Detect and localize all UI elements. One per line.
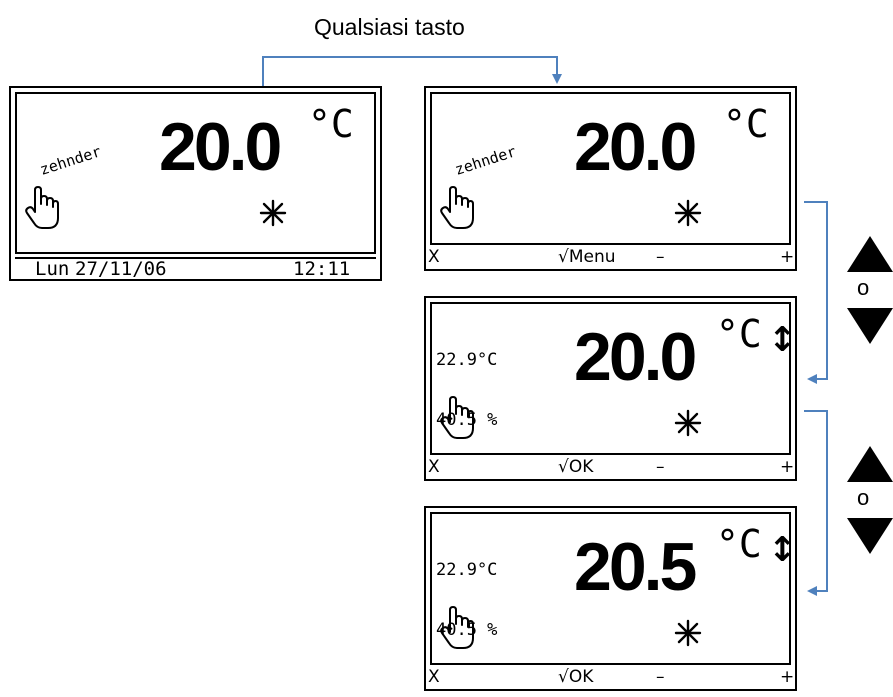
temperature-unit: °C xyxy=(308,102,354,146)
arrow-keys-group-2: o xyxy=(847,446,893,556)
lcd-screen-idle: zehnder 20.0 °C Lun 27/11/06 12:11 xyxy=(9,86,382,281)
hand-icon xyxy=(440,606,474,649)
arrow-up-icon[interactable] xyxy=(847,236,893,272)
setpoint-temperature: 20.0 xyxy=(159,109,282,185)
softkey-menu[interactable]: √Menu xyxy=(558,246,616,269)
lcd-screen-adjust: 22.9°C 40.5 % 20.0 °C ↕ X √OK – + xyxy=(424,296,797,481)
room-temperature: 22.9°C xyxy=(436,350,498,370)
arrow-down-icon[interactable] xyxy=(847,308,893,344)
svg-text:zehnder: zehnder xyxy=(38,142,104,178)
snowflake-icon xyxy=(674,409,702,437)
softkey-ok[interactable]: √OK xyxy=(558,456,593,479)
arrow-down-icon[interactable] xyxy=(847,518,893,554)
snowflake-icon xyxy=(674,619,702,647)
or-label: o xyxy=(857,275,870,300)
softkey-cancel[interactable]: X xyxy=(428,246,440,269)
softkey-ok[interactable]: √OK xyxy=(558,666,593,689)
snowflake-icon xyxy=(674,199,702,227)
up-down-arrow-icon: ↕ xyxy=(768,530,797,570)
setpoint-temperature: 20.0 xyxy=(574,319,697,395)
temperature-unit: °C xyxy=(723,102,769,146)
hand-icon xyxy=(440,186,474,229)
zehnder-logo: zehnder xyxy=(453,142,519,178)
softkey-minus[interactable]: – xyxy=(656,666,665,689)
connector-key-press xyxy=(262,56,562,86)
softkey-plus[interactable]: + xyxy=(780,666,794,689)
softkey-bar: X √OK – + xyxy=(426,666,795,689)
caption-any-key: Qualsiasi tasto xyxy=(314,14,465,40)
softkey-cancel[interactable]: X xyxy=(428,666,440,689)
temperature-unit: °C xyxy=(716,522,762,566)
svg-text:zehnder: zehnder xyxy=(453,142,519,178)
room-temperature: 22.9°C xyxy=(436,560,498,580)
softkey-plus[interactable]: + xyxy=(780,246,794,269)
up-down-arrow-icon: ↕ xyxy=(768,320,797,360)
temperature-unit: °C xyxy=(716,312,762,356)
softkey-plus[interactable]: + xyxy=(780,456,794,479)
date-day: Lun xyxy=(35,258,70,280)
arrow-keys-group-1: o xyxy=(847,236,893,346)
room-readout: 22.9°C 40.5 % xyxy=(436,520,497,680)
softkey-bar: X √OK – + xyxy=(426,456,795,479)
or-label: o xyxy=(857,485,870,510)
arrow-up-icon[interactable] xyxy=(847,446,893,482)
clock-time: 12:11 xyxy=(293,258,351,280)
softkey-cancel[interactable]: X xyxy=(428,456,440,479)
hand-icon xyxy=(25,186,59,229)
setpoint-temperature: 20.0 xyxy=(574,109,697,185)
zehnder-logo: zehnder xyxy=(38,142,104,178)
connector-arrow-1 xyxy=(804,201,828,384)
softkey-minus[interactable]: – xyxy=(656,246,665,269)
status-bar: Lun 27/11/06 12:11 xyxy=(15,257,376,279)
date-value: 27/11/06 xyxy=(75,258,167,280)
softkey-minus[interactable]: – xyxy=(656,456,665,479)
room-readout: 22.9°C 40.5 % xyxy=(436,310,497,470)
connector-arrow-2 xyxy=(804,410,828,596)
hand-icon xyxy=(440,396,474,439)
lcd-screen-menu: zehnder 20.0 °C X √Menu – + xyxy=(424,86,797,271)
snowflake-icon xyxy=(259,199,287,227)
softkey-bar: X √Menu – + xyxy=(426,246,795,269)
setpoint-temperature: 20.5 xyxy=(574,529,697,605)
lcd-screen-adjusted: 22.9°C 40.5 % 20.5 °C ↕ X √OK – + xyxy=(424,506,797,691)
